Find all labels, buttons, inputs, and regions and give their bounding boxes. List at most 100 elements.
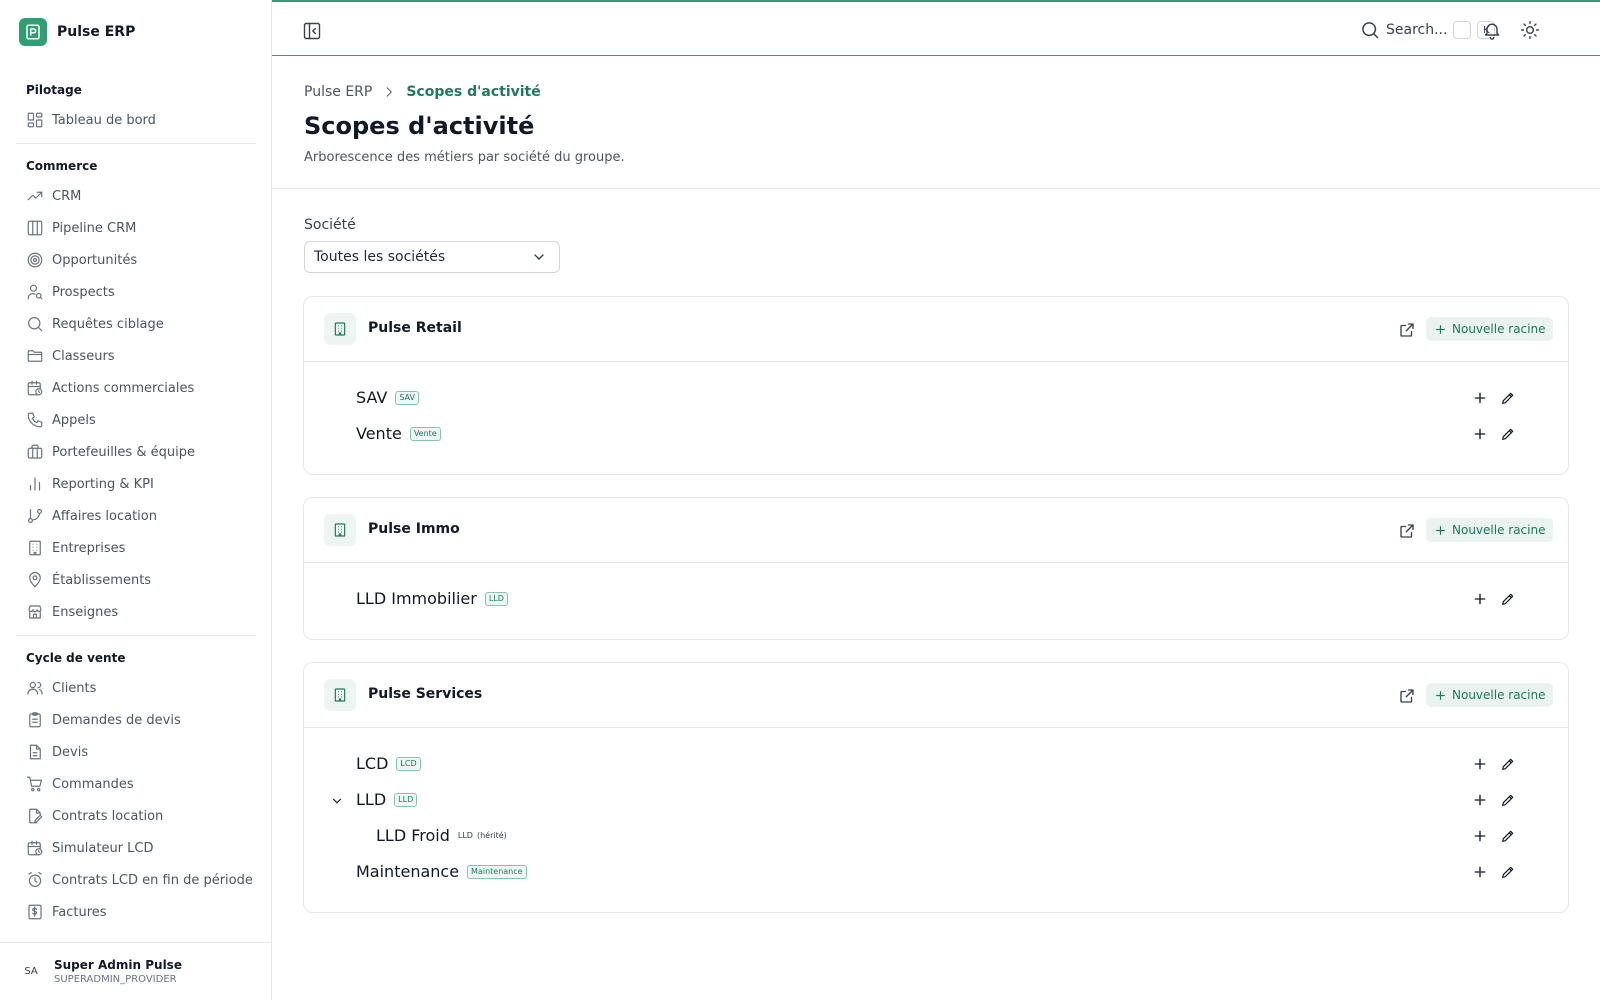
edit-scope-pencil-icon[interactable] bbox=[1500, 864, 1516, 880]
company-filter-value: Toutes les sociétés bbox=[314, 249, 446, 265]
sidebar-item-label: Reporting & KPI bbox=[52, 476, 154, 492]
sidebar-item-label: Devis bbox=[52, 744, 89, 760]
edit-scope-pencil-icon[interactable] bbox=[1500, 828, 1516, 844]
company-card-pulse-services: Pulse Services Nouvelle racine LCD LCD LL… bbox=[303, 662, 1569, 913]
nav-group-title-pilotage: Pilotage bbox=[26, 83, 82, 97]
sidebar-item-clients[interactable]: Clients bbox=[16, 672, 256, 704]
new-root-button[interactable]: Nouvelle racine bbox=[1426, 683, 1554, 707]
cart-icon bbox=[26, 776, 42, 792]
edit-scope-pencil-icon[interactable] bbox=[1500, 390, 1516, 406]
sidebar-item-commandes[interactable]: Commandes bbox=[16, 768, 256, 800]
scope-code-inherited: LLD bbox=[457, 830, 473, 840]
scope-row: SAV SAV bbox=[304, 380, 1568, 416]
map-pin-icon bbox=[29, 571, 41, 588]
sidebar-item-portefeuilles-equipe[interactable]: Portefeuilles & équipe bbox=[16, 436, 256, 468]
sidebar-item-prospects[interactable]: Prospects bbox=[16, 276, 256, 308]
new-root-label: Nouvelle racine bbox=[1452, 523, 1546, 537]
sidebar-toggle-icon[interactable] bbox=[302, 21, 322, 41]
sidebar-item-reporting-kpi[interactable]: Reporting & KPI bbox=[16, 468, 256, 500]
notifications-bell-icon[interactable] bbox=[1482, 20, 1502, 40]
scope-label: LCD bbox=[356, 754, 389, 773]
bar-chart-icon bbox=[29, 477, 41, 491]
scope-label: LLD Froid bbox=[376, 826, 450, 845]
git-branch-icon bbox=[28, 509, 42, 523]
nav-group-title-commerce: Commerce bbox=[26, 159, 98, 173]
scope-code-badge: LLD bbox=[484, 591, 508, 606]
theme-toggle-sun-icon[interactable] bbox=[1520, 20, 1540, 40]
scope-label: LLD Immobilier bbox=[356, 589, 477, 608]
building-icon bbox=[29, 540, 41, 556]
new-root-button[interactable]: Nouvelle racine bbox=[1426, 518, 1554, 542]
user-name: Super Admin Pulse bbox=[54, 958, 182, 972]
edit-scope-pencil-icon[interactable] bbox=[1500, 756, 1516, 772]
add-child-scope-icon[interactable] bbox=[1472, 426, 1488, 442]
add-child-scope-icon[interactable] bbox=[1472, 864, 1488, 880]
sidebar-item-factures[interactable]: Factures bbox=[16, 896, 256, 928]
add-child-scope-icon[interactable] bbox=[1472, 792, 1488, 808]
scope-inherited-note: (hérité) bbox=[476, 830, 507, 840]
edit-scope-pencil-icon[interactable] bbox=[1500, 792, 1516, 808]
new-root-button[interactable]: Nouvelle racine bbox=[1426, 317, 1554, 341]
sidebar-item-devis[interactable]: Devis bbox=[16, 736, 256, 768]
sidebar-item-simulateur-lcd[interactable]: Simulateur LCD bbox=[16, 832, 256, 864]
add-child-scope-icon[interactable] bbox=[1472, 591, 1488, 607]
avatar: SA bbox=[24, 966, 38, 977]
nav-group-title-cycle-de-vente: Cycle de vente bbox=[26, 651, 126, 665]
sidebar-item-demandes-de-devis[interactable]: Demandes de devis bbox=[16, 704, 256, 736]
sidebar-item-pipeline-crm[interactable]: Pipeline CRM bbox=[16, 212, 256, 244]
sidebar-item-requetes-ciblage[interactable]: Requêtes ciblage bbox=[16, 308, 256, 340]
company-card-header: Pulse Immo Nouvelle racine bbox=[304, 498, 1568, 563]
company-card-pulse-retail: Pulse Retail Nouvelle racine SAV SAV Vent… bbox=[303, 296, 1569, 475]
sidebar-item-affaires-location[interactable]: Affaires location bbox=[16, 500, 256, 532]
scope-label: Vente bbox=[356, 424, 402, 443]
sidebar-item-opportunites[interactable]: Opportunités bbox=[16, 244, 256, 276]
user-profile[interactable]: SA Super Admin Pulse SUPERADMIN_PROVIDER bbox=[0, 942, 271, 1000]
company-name: Pulse Retail bbox=[368, 320, 462, 336]
sidebar-item-etablissements[interactable]: Établissements bbox=[16, 564, 256, 596]
company-card-header: Pulse Retail Nouvelle racine bbox=[304, 297, 1568, 362]
sidebar-item-enseignes[interactable]: Enseignes bbox=[16, 596, 256, 628]
building-icon bbox=[324, 313, 356, 345]
sidebar-item-label: Simulateur LCD bbox=[52, 840, 154, 856]
sidebar-item-label: Factures bbox=[52, 904, 107, 920]
sidebar-item-label: CRM bbox=[52, 188, 82, 204]
sidebar-item-appels[interactable]: Appels bbox=[16, 404, 256, 436]
brand-name: Pulse ERP bbox=[57, 24, 136, 40]
search-icon bbox=[28, 317, 43, 332]
folder-icon bbox=[27, 350, 43, 362]
sidebar-item-tableau-de-bord[interactable]: Tableau de bord bbox=[16, 104, 256, 136]
open-external-icon[interactable] bbox=[1398, 321, 1416, 339]
sidebar-item-label: Contrats LCD en fin de période bbox=[52, 872, 253, 888]
sidebar-item-classeurs[interactable]: Classeurs bbox=[16, 340, 256, 372]
sidebar-item-contrats-lcd-fin-periode[interactable]: Contrats LCD en fin de période bbox=[16, 864, 256, 896]
add-child-scope-icon[interactable] bbox=[1472, 828, 1488, 844]
scope-code-badge: LLD bbox=[394, 792, 418, 807]
chevron-right-icon bbox=[387, 87, 393, 97]
sidebar-item-label: Affaires location bbox=[52, 508, 157, 524]
page-header: Pulse ERP Scopes d'activité Scopes d'act… bbox=[272, 56, 1600, 189]
add-child-scope-icon[interactable] bbox=[1472, 390, 1488, 406]
add-child-scope-icon[interactable] bbox=[1472, 756, 1488, 772]
sidebar-item-contrats-location[interactable]: Contrats location bbox=[16, 800, 256, 832]
open-external-icon[interactable] bbox=[1398, 522, 1416, 540]
breadcrumb-root-link[interactable]: Pulse ERP bbox=[304, 84, 372, 100]
company-card-pulse-immo: Pulse Immo Nouvelle racine LLD Immobilie… bbox=[303, 497, 1569, 640]
sidebar-item-crm[interactable]: CRM bbox=[16, 180, 256, 212]
scope-label: LLD bbox=[356, 790, 387, 809]
sidebar-item-label: Prospects bbox=[52, 284, 115, 300]
company-filter-select[interactable]: Toutes les sociétés bbox=[304, 241, 560, 273]
collapse-chevron-down-icon[interactable] bbox=[330, 793, 344, 807]
scope-row-child: LLD Froid LLD (hérité) bbox=[304, 818, 1568, 854]
edit-scope-pencil-icon[interactable] bbox=[1500, 426, 1516, 442]
topbar: Search... K bbox=[272, 0, 1600, 56]
new-root-label: Nouvelle racine bbox=[1452, 688, 1546, 702]
page-subtitle: Arborescence des métiers par société du … bbox=[304, 150, 625, 165]
sidebar-item-entreprises[interactable]: Entreprises bbox=[16, 532, 256, 564]
scope-tree: SAV SAV Vente Vente bbox=[304, 362, 1568, 466]
sidebar-item-actions-commerciales[interactable]: Actions commerciales bbox=[16, 372, 256, 404]
edit-scope-pencil-icon[interactable] bbox=[1500, 591, 1516, 607]
sidebar-item-label: Opportunités bbox=[52, 252, 138, 268]
open-external-icon[interactable] bbox=[1398, 687, 1416, 705]
brand[interactable]: Pulse ERP bbox=[19, 18, 135, 46]
global-search-button[interactable]: Search... K bbox=[1360, 18, 1496, 42]
